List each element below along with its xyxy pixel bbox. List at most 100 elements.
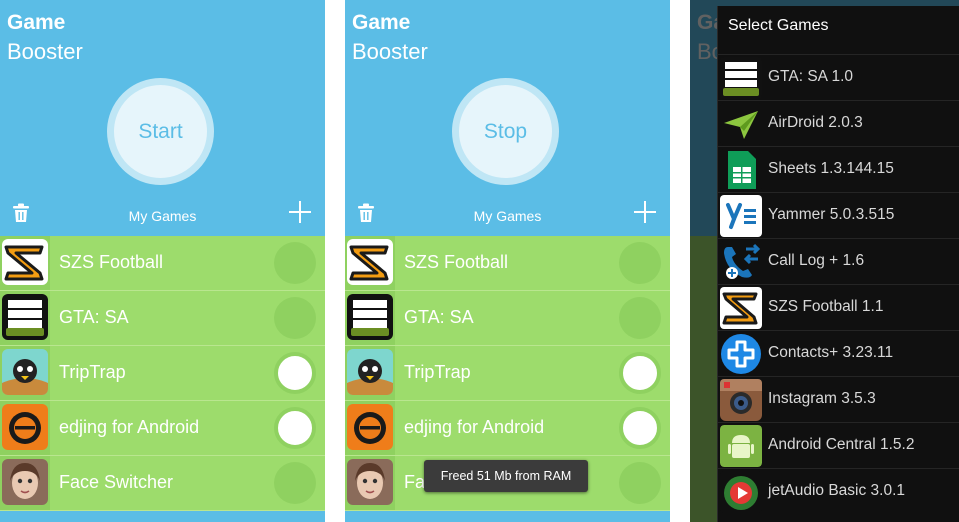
android-central-icon bbox=[720, 425, 762, 467]
dialog-title: Select Games bbox=[728, 17, 829, 34]
app-title-line2: Booster bbox=[352, 39, 428, 64]
plus-icon[interactable] bbox=[634, 201, 656, 223]
app-name: jetAudio Basic 3.0.1 bbox=[768, 482, 906, 499]
game-toggle[interactable] bbox=[619, 462, 661, 504]
app-title-line2: Booster bbox=[7, 39, 83, 64]
szs-football-icon bbox=[2, 239, 48, 285]
app-name: Instagram 3.5.3 bbox=[768, 390, 876, 407]
game-icon-box bbox=[0, 346, 50, 400]
panel-select-games: Ga Bo Select Games GTA: SA 1.0 bbox=[690, 0, 959, 522]
game-name: TripTrap bbox=[404, 362, 471, 382]
game-row[interactable]: edjing for Android bbox=[345, 401, 670, 456]
game-name: edjing for Android bbox=[59, 417, 200, 437]
game-row[interactable]: GTA: SA bbox=[0, 291, 325, 346]
toolbar: My Games bbox=[345, 198, 670, 234]
game-icon-box bbox=[345, 456, 395, 510]
app-list-item[interactable]: Call Log + 1.6 bbox=[718, 238, 959, 284]
game-toggle[interactable] bbox=[619, 407, 661, 449]
game-row[interactable]: edjing for Android bbox=[0, 401, 325, 456]
game-icon-box bbox=[345, 346, 395, 400]
game-name: GTA: SA bbox=[404, 307, 474, 327]
select-games-dialog: Select Games GTA: SA 1.0 AirDroid 2.0.3 … bbox=[717, 6, 959, 522]
game-name: SZS Football bbox=[59, 252, 164, 272]
instagram-icon bbox=[720, 379, 762, 421]
jetaudio-icon bbox=[720, 471, 762, 513]
game-name: edjing for Android bbox=[404, 417, 545, 437]
start-button[interactable]: Start bbox=[107, 78, 214, 185]
game-row[interactable]: SZS Football bbox=[345, 236, 670, 291]
gta-sa-icon bbox=[347, 294, 393, 340]
game-toggle[interactable] bbox=[619, 297, 661, 339]
sheets-icon bbox=[720, 149, 762, 191]
contacts-plus-icon bbox=[721, 334, 761, 374]
call-log-icon bbox=[720, 241, 762, 283]
triptrap-icon bbox=[347, 349, 393, 395]
game-row[interactable]: SZS Football bbox=[0, 236, 325, 291]
stop-button[interactable]: Stop bbox=[452, 78, 559, 185]
game-name: Face Switcher bbox=[59, 472, 174, 492]
game-name: Fa bbox=[404, 472, 426, 492]
app-name: Android Central 1.5.2 bbox=[768, 436, 915, 453]
panel-stop: Game Booster Stop My Games SZS Football bbox=[345, 0, 670, 522]
app-list-item[interactable]: Android Central 1.5.2 bbox=[718, 422, 959, 468]
game-toggle[interactable] bbox=[274, 297, 316, 339]
game-icon-box bbox=[345, 236, 395, 290]
app-list-item[interactable]: GTA: SA 1.0 bbox=[718, 54, 959, 100]
app-list-item[interactable]: Contacts+ 3.23.11 bbox=[718, 330, 959, 376]
game-list: SZS Football GTA: SA TripTrap edjing for… bbox=[0, 236, 325, 511]
app-title: Game Booster bbox=[7, 10, 83, 66]
szs-football-icon bbox=[720, 287, 762, 329]
gta-sa-icon bbox=[720, 57, 762, 99]
app-name: AirDroid 2.0.3 bbox=[768, 114, 863, 131]
panel-start: Game Booster Start My Games SZS Football bbox=[0, 0, 325, 522]
game-row[interactable]: GTA: SA bbox=[345, 291, 670, 346]
face-switcher-icon bbox=[2, 459, 48, 505]
toast-message: Freed 51 Mb from RAM bbox=[424, 460, 588, 492]
game-toggle[interactable] bbox=[274, 462, 316, 504]
game-row[interactable]: TripTrap bbox=[345, 346, 670, 401]
my-games-label: My Games bbox=[473, 208, 542, 224]
app-name: GTA: SA 1.0 bbox=[768, 68, 854, 85]
game-icon-box bbox=[0, 401, 50, 455]
game-row[interactable]: Face Switcher bbox=[0, 456, 325, 511]
app-name: Call Log + 1.6 bbox=[768, 252, 865, 269]
game-toggle[interactable] bbox=[274, 407, 316, 449]
game-name: GTA: SA bbox=[59, 307, 129, 327]
edjing-icon bbox=[2, 404, 48, 450]
app-name: SZS Football 1.1 bbox=[768, 298, 884, 315]
game-icon-box bbox=[345, 291, 395, 345]
game-icon-box bbox=[345, 401, 395, 455]
game-name: TripTrap bbox=[59, 362, 126, 382]
app-name: Yammer 5.0.3.515 bbox=[768, 206, 895, 223]
app-list-item[interactable]: AirDroid 2.0.3 bbox=[718, 100, 959, 146]
my-games-label: My Games bbox=[128, 208, 197, 224]
game-toggle[interactable] bbox=[274, 242, 316, 284]
plus-icon[interactable] bbox=[289, 201, 311, 223]
game-name: SZS Football bbox=[404, 252, 509, 272]
app-list-item[interactable]: jetAudio Basic 3.0.1 bbox=[718, 468, 959, 514]
game-toggle[interactable] bbox=[619, 352, 661, 394]
yammer-icon bbox=[720, 195, 762, 237]
airdroid-icon bbox=[720, 103, 762, 145]
game-row[interactable]: TripTrap bbox=[0, 346, 325, 401]
triptrap-icon bbox=[2, 349, 48, 395]
gta-sa-icon bbox=[2, 294, 48, 340]
game-icon-box bbox=[0, 236, 50, 290]
app-list: GTA: SA 1.0 AirDroid 2.0.3 Sheets 1.3.14… bbox=[718, 54, 959, 514]
szs-football-icon bbox=[347, 239, 393, 285]
game-icon-box bbox=[0, 291, 50, 345]
toolbar: My Games bbox=[0, 198, 325, 234]
app-name: Contacts+ 3.23.11 bbox=[768, 344, 894, 361]
app-list-item[interactable]: Instagram 3.5.3 bbox=[718, 376, 959, 422]
app-list-item[interactable]: Yammer 5.0.3.515 bbox=[718, 192, 959, 238]
app-title-line1: Game bbox=[7, 11, 66, 34]
game-toggle[interactable] bbox=[619, 242, 661, 284]
game-icon-box bbox=[0, 456, 50, 510]
face-switcher-icon bbox=[347, 459, 393, 505]
app-list-item[interactable]: SZS Football 1.1 bbox=[718, 284, 959, 330]
app-name: Sheets 1.3.144.15 bbox=[768, 160, 894, 177]
app-title: Game Booster bbox=[352, 10, 428, 66]
app-title-line1: Game bbox=[352, 11, 411, 34]
app-list-item[interactable]: Sheets 1.3.144.15 bbox=[718, 146, 959, 192]
game-toggle[interactable] bbox=[274, 352, 316, 394]
